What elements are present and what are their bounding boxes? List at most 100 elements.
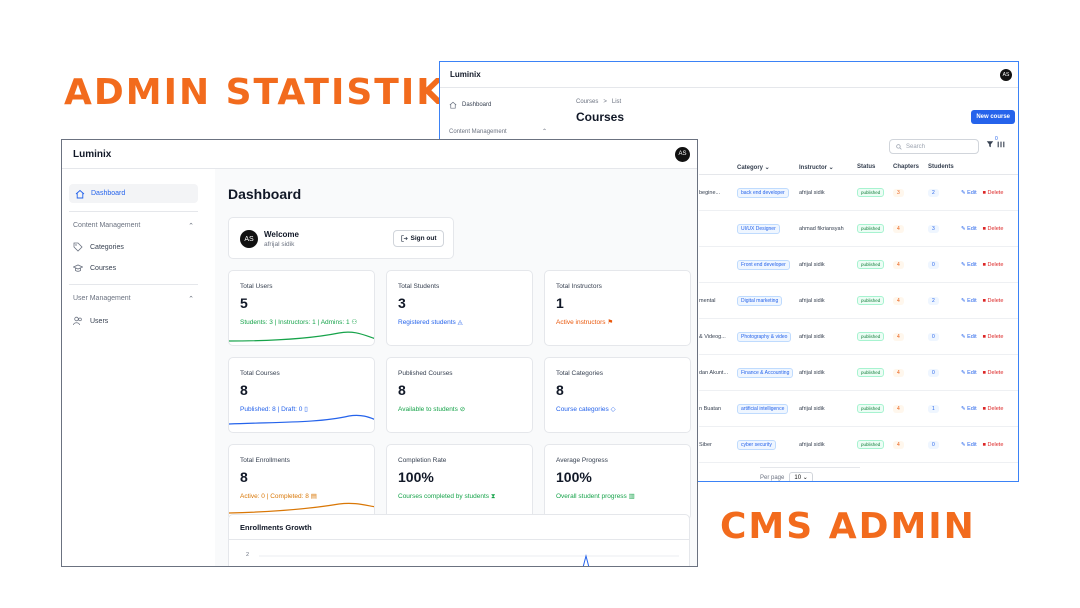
per-page-label: Per page	[760, 474, 785, 481]
edit-icon: ✎	[961, 297, 966, 304]
sign-out-icon	[400, 235, 408, 242]
cell-instructor: afrijal sidik	[799, 405, 825, 412]
sidebar-item-dashboard[interactable]: Dashboard	[69, 184, 198, 203]
sidebar-item-categories[interactable]: Categories	[73, 242, 124, 252]
delete-button[interactable]: ■ Delete	[983, 442, 1004, 448]
edit-button[interactable]: ✎ Edit	[961, 442, 977, 448]
stat-subtext: Courses completed by students ⧗	[398, 493, 496, 500]
breadcrumb-list: List	[611, 99, 622, 105]
status-badge: published	[857, 440, 885, 449]
edit-button[interactable]: ✎ Edit	[961, 226, 977, 232]
sidebar-item-label: Users	[90, 317, 109, 325]
sparkline	[229, 414, 374, 425]
edit-button[interactable]: ✎ Edit	[961, 262, 977, 268]
category-badge: Front end developer	[737, 259, 790, 270]
delete-button[interactable]: ■ Delete	[983, 226, 1004, 232]
cell-instructor: afrijal sidik	[799, 189, 825, 196]
breadcrumb-separator: >	[603, 99, 607, 105]
edit-button[interactable]: ✎ Edit	[961, 298, 977, 304]
stat-value: 8	[240, 469, 248, 485]
cms-group-content-management[interactable]: Content Management ⌃	[449, 128, 547, 136]
stat-value: 8	[556, 382, 564, 398]
table-row: dan Akunt... Finance & Accounting afrijal …	[699, 355, 1018, 391]
delete-button[interactable]: ■ Delete	[983, 262, 1004, 268]
cms-nav-dashboard[interactable]: Dashboard	[449, 101, 491, 109]
cell-instructor: afrijal sidik	[799, 441, 825, 448]
stat-subtext: Active instructors ⚑	[556, 319, 614, 326]
delete-button[interactable]: ■ Delete	[983, 190, 1004, 196]
edit-icon: ✎	[961, 261, 966, 268]
table-header: Category ⌄ Instructor ⌄ Status Chapters …	[699, 160, 1018, 175]
col-status: Status	[857, 164, 876, 170]
sidebar-item-users[interactable]: Users	[73, 316, 108, 326]
stat-card: Average Progress 100% Overall student prog…	[544, 444, 691, 520]
sparkline	[229, 331, 374, 342]
category-badge: UI/UX Designer	[737, 223, 780, 234]
trash-icon: ■	[982, 261, 986, 268]
chapters-count: 4	[893, 368, 904, 377]
breadcrumb-courses[interactable]: Courses	[576, 99, 598, 105]
tag-icon: ◇	[610, 406, 616, 413]
headline-admin-statistik: ADMIN STATISTIK	[64, 72, 447, 113]
table-row: Siber cyber security afrijal sidik publishe…	[699, 427, 1018, 463]
graduation-cap-icon: ◬	[457, 319, 463, 326]
avatar: AS	[240, 230, 258, 248]
headline-cms-admin: CMS ADMIN	[720, 506, 976, 547]
category-badge: Finance & Accounting	[737, 367, 794, 378]
delete-button[interactable]: ■ Delete	[983, 406, 1004, 412]
delete-button[interactable]: ■ Delete	[983, 370, 1004, 376]
students-count: 0	[928, 368, 939, 377]
category-badge: Photography & video	[737, 331, 792, 342]
sidebar-item-courses[interactable]: Courses	[73, 263, 116, 273]
stat-label: Total Users	[240, 283, 273, 290]
filter-icon[interactable]	[986, 140, 994, 148]
status-badge: published	[857, 368, 885, 377]
stat-card: Total Students 3 Registered students ◬	[386, 270, 533, 346]
col-category[interactable]: Category ⌄	[737, 164, 799, 171]
stat-subtext: Available to students ⊘	[398, 406, 466, 413]
cms-avatar[interactable]: AS	[1000, 68, 1012, 81]
cell-instructor: afrijal sidik	[799, 297, 825, 304]
cell-instructor: afrijal sidik	[799, 369, 825, 376]
per-page-select[interactable]: 10 ⌄	[789, 472, 813, 481]
search-input[interactable]: Search	[889, 139, 979, 154]
edit-button[interactable]: ✎ Edit	[961, 190, 977, 196]
cms-topbar: Luminix AS	[440, 62, 1018, 88]
cell-title: mental	[699, 297, 716, 304]
sidebar-group-content-management[interactable]: Content Management ⌃	[73, 222, 194, 230]
tag-icon	[73, 242, 83, 252]
new-course-button[interactable]: New course	[971, 110, 1015, 124]
students-count: 2	[928, 296, 939, 305]
edit-button[interactable]: ✎ Edit	[961, 406, 977, 412]
stat-card: Published Courses 8 Available to students …	[386, 357, 533, 433]
enrollments-growth-chart: Enrollments Growth 2	[228, 514, 690, 566]
col-instructor[interactable]: Instructor ⌄	[799, 164, 857, 171]
students-count: 0	[928, 332, 939, 341]
page-title: Courses	[576, 110, 625, 124]
user-avatar[interactable]: AS	[675, 146, 690, 162]
columns-icon[interactable]	[997, 140, 1005, 148]
col-chapters: Chapters	[893, 164, 920, 170]
status-badge: published	[857, 260, 885, 269]
sign-out-button[interactable]: Sign out	[393, 230, 444, 247]
sidebar-group-user-management[interactable]: User Management ⌃	[73, 295, 194, 303]
table-row: mental Digital marketing afrijal sidik publ…	[699, 283, 1018, 319]
welcome-username: afrijal sidik	[264, 241, 295, 248]
stat-value: 100%	[556, 469, 592, 485]
delete-button[interactable]: ■ Delete	[983, 298, 1004, 304]
status-badge: published	[857, 224, 885, 233]
presenter-icon: ⚑	[607, 319, 614, 326]
table-row: Front end developer afrijal sidik publishe…	[699, 247, 1018, 283]
edit-icon: ✎	[961, 333, 966, 340]
status-badge: published	[857, 332, 885, 341]
dashboard-main: Dashboard AS Welcome afrijal sidik Sign …	[215, 169, 697, 566]
cell-title: n Buatan	[699, 405, 722, 412]
delete-button[interactable]: ■ Delete	[983, 334, 1004, 340]
cell-title: & Videog...	[699, 333, 726, 340]
edit-button[interactable]: ✎ Edit	[961, 370, 977, 376]
chapters-count: 3	[893, 188, 904, 197]
welcome-title: Welcome	[264, 230, 299, 239]
category-badge: back end developer	[737, 187, 789, 198]
edit-button[interactable]: ✎ Edit	[961, 334, 977, 340]
trash-icon: ■	[982, 225, 986, 232]
